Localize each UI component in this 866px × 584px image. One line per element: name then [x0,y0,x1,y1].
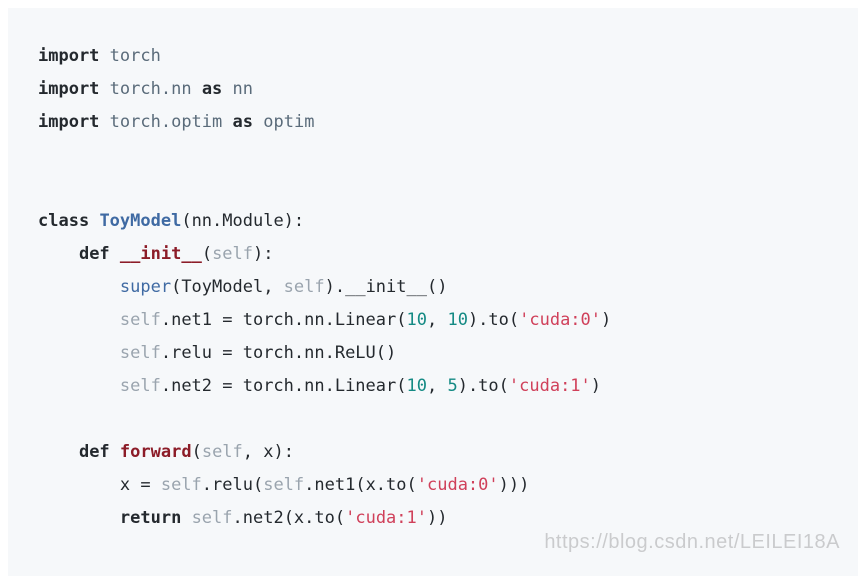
code-content: import torch import torch.nn as nn import … [38,40,858,535]
code-line-10: self.relu = torch.nn.ReLU() [119,343,397,363]
code-line-2: import torch.nn as nn [38,79,254,99]
code-line-13: def forward(self, x): [78,442,294,462]
code-block: import torch import torch.nn as nn import … [8,8,858,576]
code-line-6: class ToyModel(nn.Module): [38,211,305,231]
code-line-9: self.net1 = torch.nn.Linear(10, 10).to('… [119,310,612,330]
code-line-1: import torch [38,46,161,66]
code-line-7: def __init__(self): [78,244,274,264]
watermark: https://blog.csdn.net/LEILEI18A [544,531,840,553]
code-line-14: x = self.relu(self.net1(x.to('cuda:0'))) [38,475,530,495]
code-line-3: import torch.optim as optim [38,112,315,132]
code-line-11: self.net2 = torch.nn.Linear(10, 5).to('c… [119,376,602,396]
code-line-8: super(ToyModel, self).__init__() [119,277,448,297]
